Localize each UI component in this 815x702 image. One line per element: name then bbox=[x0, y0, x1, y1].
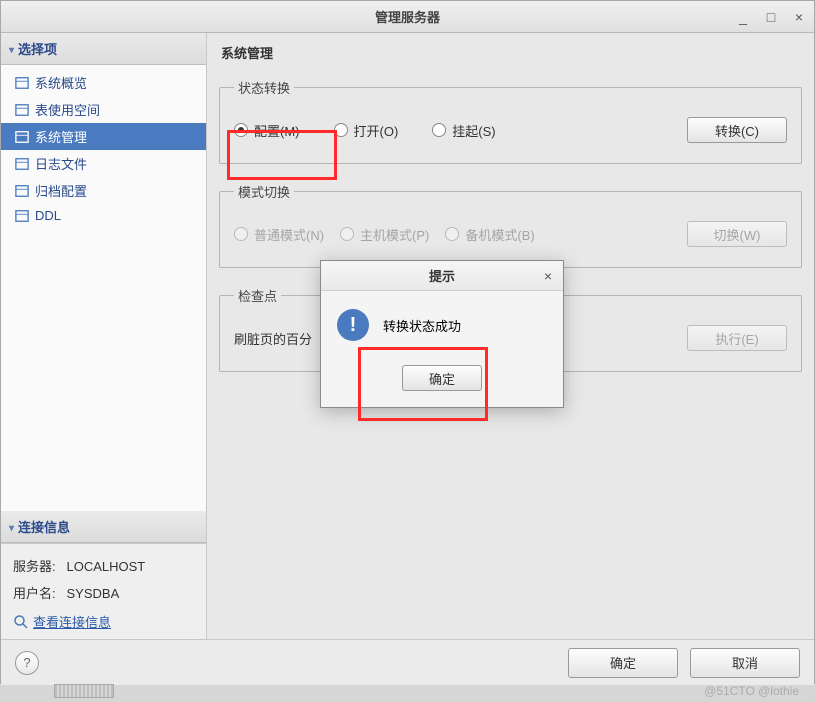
radio-dot-icon bbox=[234, 227, 248, 241]
main-cancel-button[interactable]: 取消 bbox=[690, 648, 800, 678]
execute-checkpoint-button: 执行(E) bbox=[687, 325, 787, 351]
watermark: @51CTO @lothie bbox=[704, 684, 799, 698]
system-icon bbox=[15, 130, 29, 144]
conn-server-label: 服务器: bbox=[13, 559, 56, 574]
sidebar-item-system-management[interactable]: 系统管理 bbox=[1, 123, 206, 150]
dialog-ok-button[interactable]: 确定 bbox=[402, 365, 482, 391]
group-checkpoint-legend: 检查点 bbox=[234, 286, 281, 305]
sidebar-item-ddl[interactable]: DDL bbox=[1, 204, 206, 227]
radio-label: 主机模式(P) bbox=[360, 225, 429, 244]
dialog-close-button[interactable]: × bbox=[539, 267, 557, 285]
dialog-body: ! 转换状态成功 bbox=[321, 291, 563, 359]
sidebar-item-tablespace[interactable]: 表使用空间 bbox=[1, 96, 206, 123]
sidebar: 选择项 系统概览 表使用空间 系统管理 日志文件 bbox=[1, 33, 207, 639]
sidebar-conn-label: 连接信息 bbox=[18, 517, 70, 536]
sidebar-item-label: 归档配置 bbox=[35, 181, 87, 200]
dialog-message: 转换状态成功 bbox=[383, 316, 461, 335]
dialog-title: 提示 bbox=[429, 266, 455, 285]
sidebar-item-system-overview[interactable]: 系统概览 bbox=[1, 69, 206, 96]
group-mode-legend: 模式切换 bbox=[234, 182, 294, 201]
conn-user-label: 用户名: bbox=[13, 586, 56, 601]
archive-icon bbox=[15, 184, 29, 198]
sidebar-select-label: 选择项 bbox=[18, 39, 57, 58]
group-state-transition: 状态转换 配置(M) 打开(O) 挂起(S) bbox=[219, 78, 802, 164]
group-mode-switch: 模式切换 普通模式(N) 主机模式(P) 备机模式(B) bbox=[219, 182, 802, 268]
radio-primary-mode: 主机模式(P) bbox=[340, 225, 429, 244]
help-button[interactable]: ? bbox=[15, 651, 39, 675]
chevron-down-icon bbox=[9, 41, 14, 56]
dialog-footer-bar: ? 确定 取消 bbox=[1, 639, 814, 685]
sidebar-item-label: DDL bbox=[35, 208, 61, 223]
info-icon: ! bbox=[337, 309, 369, 341]
dialog-header: 提示 × bbox=[321, 261, 563, 291]
radio-dot-icon bbox=[432, 123, 446, 137]
sidebar-item-logfiles[interactable]: 日志文件 bbox=[1, 150, 206, 177]
sidebar-item-label: 表使用空间 bbox=[35, 100, 100, 119]
message-dialog: 提示 × ! 转换状态成功 确定 bbox=[320, 260, 564, 408]
view-connection-link[interactable]: 查看连接信息 bbox=[33, 612, 111, 631]
radio-label: 普通模式(N) bbox=[254, 225, 324, 244]
main-ok-button[interactable]: 确定 bbox=[568, 648, 678, 678]
titlebar-controls: _ □ × bbox=[734, 8, 808, 26]
connection-info: 服务器: LOCALHOST 用户名: SYSDBA 查看连接信息 bbox=[1, 543, 206, 639]
radio-label: 挂起(S) bbox=[452, 121, 495, 140]
window-title: 管理服务器 bbox=[375, 7, 440, 26]
radio-label: 备机模式(B) bbox=[465, 225, 534, 244]
minimize-button[interactable]: _ bbox=[734, 8, 752, 26]
radio-suspend[interactable]: 挂起(S) bbox=[432, 121, 495, 140]
ddl-icon bbox=[15, 209, 29, 223]
radio-label: 打开(O) bbox=[354, 121, 399, 140]
sidebar-item-label: 系统管理 bbox=[35, 127, 87, 146]
close-button[interactable]: × bbox=[790, 8, 808, 26]
tablespace-icon bbox=[15, 103, 29, 117]
radio-normal-mode: 普通模式(N) bbox=[234, 225, 324, 244]
switch-mode-button: 切换(W) bbox=[687, 221, 787, 247]
radio-dot-icon bbox=[340, 227, 354, 241]
radio-dot-icon bbox=[234, 123, 248, 137]
radio-standby-mode: 备机模式(B) bbox=[445, 225, 534, 244]
radio-dot-icon bbox=[334, 123, 348, 137]
maximize-button[interactable]: □ bbox=[762, 8, 780, 26]
decorative-bar bbox=[54, 684, 114, 698]
group-state-legend: 状态转换 bbox=[234, 78, 294, 97]
conn-user-row: 用户名: SYSDBA bbox=[13, 579, 194, 606]
conn-server-row: 服务器: LOCALHOST bbox=[13, 552, 194, 579]
sidebar-nav: 系统概览 表使用空间 系统管理 日志文件 归档配置 bbox=[1, 65, 206, 511]
conn-user-value: SYSDBA bbox=[67, 586, 120, 601]
radio-dot-icon bbox=[445, 227, 459, 241]
chevron-down-icon bbox=[9, 519, 14, 534]
sidebar-conn-header[interactable]: 连接信息 bbox=[1, 511, 206, 543]
conn-server-value: LOCALHOST bbox=[67, 559, 146, 574]
sidebar-item-archive-config[interactable]: 归档配置 bbox=[1, 177, 206, 204]
conn-link-row: 查看连接信息 bbox=[13, 606, 194, 631]
main-title: 系统管理 bbox=[219, 41, 802, 68]
radio-open[interactable]: 打开(O) bbox=[334, 121, 399, 140]
radio-label: 配置(M) bbox=[254, 121, 300, 140]
transition-button[interactable]: 转换(C) bbox=[687, 117, 787, 143]
dialog-footer: 确定 bbox=[321, 359, 563, 407]
radio-config[interactable]: 配置(M) bbox=[234, 121, 300, 140]
overview-icon bbox=[15, 76, 29, 90]
sidebar-item-label: 日志文件 bbox=[35, 154, 87, 173]
sidebar-item-label: 系统概览 bbox=[35, 73, 87, 92]
checkpoint-label: 刷脏页的百分 bbox=[234, 329, 312, 348]
sidebar-select-header[interactable]: 选择项 bbox=[1, 33, 206, 65]
log-icon bbox=[15, 157, 29, 171]
search-icon bbox=[13, 614, 29, 630]
titlebar: 管理服务器 _ □ × bbox=[1, 1, 814, 33]
